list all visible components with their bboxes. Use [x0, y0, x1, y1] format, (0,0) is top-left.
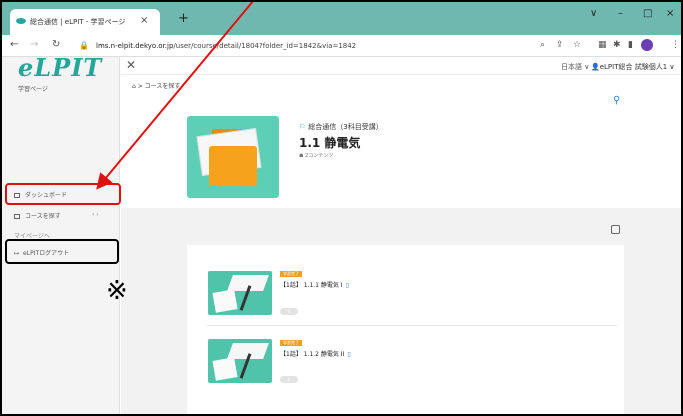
- content-count-label: 2コンテンツ: [305, 153, 334, 159]
- user-name: eLPIT総合 試験個人1 ∨: [599, 63, 675, 71]
- share-icon[interactable]: ⇪: [556, 40, 564, 50]
- sidepanel-icon[interactable]: ▮: [628, 40, 633, 50]
- lesson-thumbnail[interactable]: [208, 271, 272, 315]
- zoom-icon[interactable]: ⌕: [540, 40, 545, 50]
- back-icon[interactable]: ←: [10, 39, 18, 50]
- status-badge: 学習完了: [280, 340, 302, 346]
- lesson-thumbnail[interactable]: [208, 339, 272, 383]
- logout-highlight-box: [5, 239, 119, 264]
- home-icon[interactable]: ⌂: [132, 83, 136, 90]
- flag-icon: ⚐: [299, 123, 306, 131]
- url-path: /user/course/detail/1804?folder_id=1842&…: [173, 42, 357, 50]
- lesson-divider: [207, 325, 617, 326]
- browser-tab[interactable]: 総合通信 | eLPIT - 学習ページ ×: [10, 9, 160, 35]
- status-badge: 学習完了: [280, 271, 302, 277]
- lesson-count-pill: 0: [280, 376, 298, 383]
- tab-title: 総合通信 | eLPIT - 学習ページ: [30, 18, 126, 26]
- language-selector[interactable]: 日本語 ∨: [561, 62, 589, 72]
- lesson-link[interactable]: 【1話】 1.1.2 静電気 II ▯: [280, 349, 351, 358]
- browser-tab-bar: 総合通信 | eLPIT - 学習ページ × + ∨ – □ ×: [0, 0, 683, 35]
- lesson-title: 【1話】 1.1.2 静電気 II: [280, 351, 345, 358]
- course-category-label: 総合通信（3科目受講）: [308, 123, 383, 131]
- logo-subtitle: 学習ページ: [18, 86, 48, 93]
- sidebar-item-label: コースを探す: [25, 213, 61, 220]
- document-icon: ▯: [345, 282, 349, 289]
- course-folder-image: [187, 116, 279, 198]
- breadcrumb-find-course[interactable]: コースを探す: [145, 83, 181, 90]
- lesson-count-pill: 0: [280, 308, 298, 315]
- forward-icon[interactable]: →: [30, 39, 38, 50]
- maximize-icon[interactable]: □: [643, 8, 652, 19]
- search-icon[interactable]: ⚲: [613, 95, 620, 106]
- page-title: 1.1 静電気: [299, 136, 361, 150]
- notebook-graphic: [212, 289, 238, 313]
- menu-kebab-icon[interactable]: ⋮: [671, 40, 680, 50]
- puzzle-icon[interactable]: ✱: [613, 40, 621, 50]
- extension-icon[interactable]: ▦: [598, 40, 607, 50]
- minimize-icon[interactable]: –: [618, 8, 623, 19]
- folder-front-graphic: [209, 146, 257, 186]
- user-menu[interactable]: 👤eLPIT総合 試験個人1 ∨: [591, 62, 675, 72]
- browser-toolbar: ← → ↻ 🔒 lms.n-elpit.dekyo.or.jp/user/cou…: [0, 35, 683, 57]
- elpit-favicon-icon: [16, 18, 26, 24]
- course-category: ⚐ 総合通信（3科目受講）: [299, 122, 383, 132]
- user-icon: 👤: [591, 63, 600, 71]
- annotation-mark: ※: [106, 276, 128, 306]
- profile-avatar[interactable]: [641, 39, 653, 51]
- dashboard-highlight-box: [5, 183, 121, 205]
- url-host: lms.n-elpit.dekyo.or.jp: [96, 42, 174, 50]
- lesson-link[interactable]: 【1話】 1.1.1 静電気 I ▯: [280, 280, 349, 289]
- course-content-count: ☗ 2コンテンツ: [299, 152, 333, 159]
- new-tab-button[interactable]: +: [178, 11, 189, 26]
- sidebar-item-find-course[interactable]: コースを探す: [14, 211, 61, 220]
- sidebar-nav-arrows[interactable]: ‹ ›: [92, 211, 99, 218]
- elpit-logo[interactable]: eLPIT: [18, 53, 102, 82]
- flag-icon: [14, 214, 20, 219]
- page-top-bar: ✕ 日本語 ∨ 👤eLPIT総合 試験個人1 ∨: [121, 57, 683, 75]
- tab-close-icon[interactable]: ×: [140, 15, 148, 26]
- address-bar[interactable]: lms.n-elpit.dekyo.or.jp/user/course/deta…: [96, 42, 356, 50]
- notebook-graphic: [212, 357, 238, 381]
- tab-search-icon[interactable]: ∨: [590, 8, 597, 19]
- window-close-icon[interactable]: ×: [666, 8, 674, 19]
- document-icon: ▯: [347, 351, 351, 358]
- close-sidebar-icon[interactable]: ✕: [126, 58, 136, 72]
- bookmark-star-icon[interactable]: ☆: [573, 40, 581, 50]
- breadcrumb: ⌂ > コースを探す: [132, 83, 181, 90]
- reload-icon[interactable]: ↻: [52, 39, 60, 50]
- lesson-title: 【1話】 1.1.1 静電気 I: [280, 282, 343, 289]
- view-toggle-icon[interactable]: [611, 225, 620, 234]
- lock-icon[interactable]: 🔒: [79, 41, 89, 50]
